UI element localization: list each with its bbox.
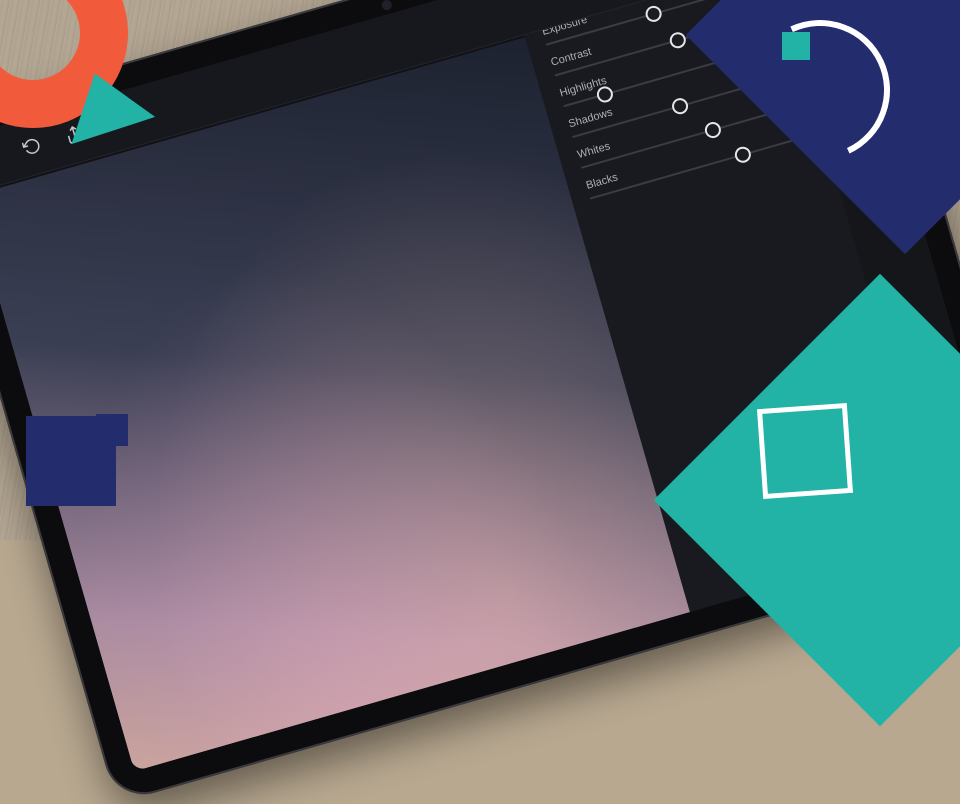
slider-value: +42 <box>782 119 803 136</box>
back-icon[interactable] <box>0 146 2 171</box>
photo-editor-app: ⋯ <box>0 0 960 771</box>
slider-value: -63 <box>758 26 777 42</box>
more-icon[interactable]: ⋯ <box>104 109 129 134</box>
section-optics[interactable]: OPTICS <box>841 144 891 168</box>
section-effects[interactable]: EFFECTS <box>809 49 869 76</box>
front-camera <box>381 0 393 11</box>
slider-value: +22 <box>773 88 794 105</box>
tablet-device: ⋯ <box>0 0 960 804</box>
slider-value: +14 <box>747 0 768 12</box>
section-detail[interactable]: DETAIL <box>829 98 877 121</box>
section-color[interactable]: COLOR <box>802 3 849 26</box>
undo-icon[interactable] <box>20 134 45 159</box>
slider-label: Blacks <box>585 171 619 191</box>
slider-label: Whites <box>576 140 612 161</box>
share-icon[interactable] <box>62 121 87 146</box>
slider-value: 0 <box>777 57 786 70</box>
